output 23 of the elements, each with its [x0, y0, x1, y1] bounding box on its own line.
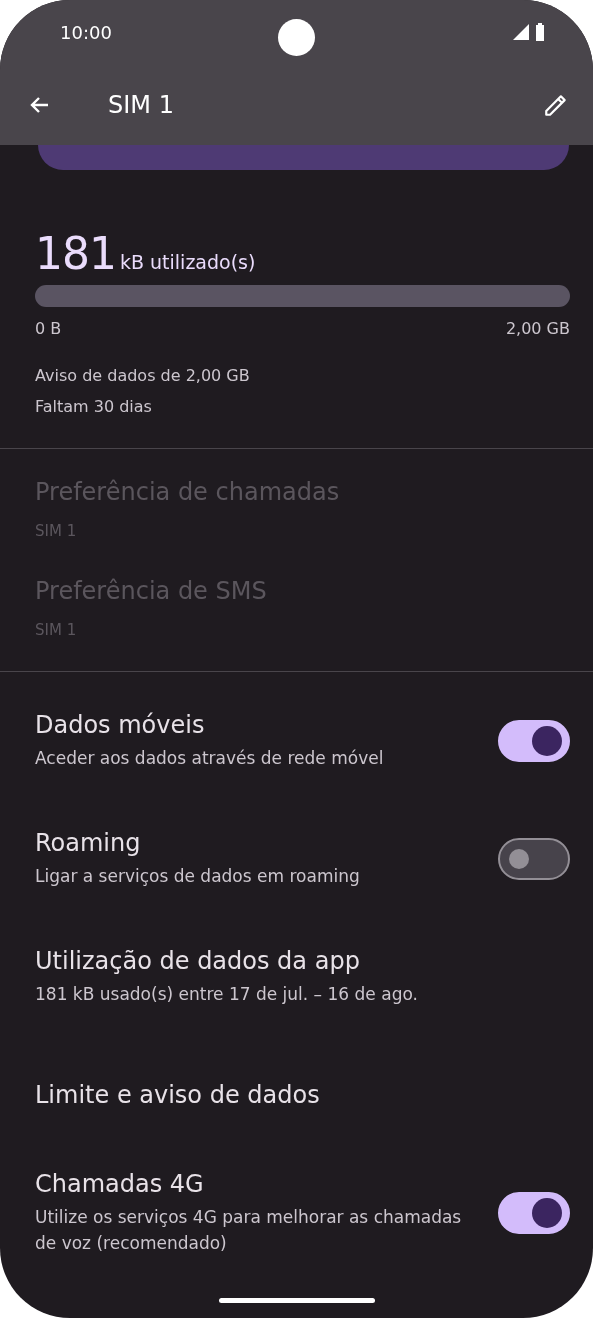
min-label: 0 B	[35, 319, 62, 338]
status-time: 10:00	[60, 21, 112, 43]
screen-title: SIM 1	[108, 90, 175, 119]
setting-title[interactable]: Utilização de dados da app	[35, 947, 570, 975]
usage-unit: kB utilizado(s)	[120, 251, 256, 273]
toggle-switch[interactable]	[498, 1192, 570, 1234]
camera-hole	[278, 19, 315, 56]
setting-summary: Ligar a serviços de dados em roaming	[35, 865, 361, 888]
toggle-switch[interactable]	[498, 720, 570, 762]
remaining-text: Faltam 30 dias	[35, 396, 153, 418]
setting-title[interactable]: Limite e aviso de dados	[35, 1081, 570, 1109]
toggle-switch[interactable]	[498, 838, 570, 880]
setting-summary: Aceder aos dados através de rede móvel	[35, 747, 385, 770]
signal-icon	[513, 24, 529, 40]
battery-icon	[535, 23, 545, 41]
max-label: 2,00 GB	[505, 319, 570, 338]
warning-text: Aviso de dados de 2,00 GB	[35, 365, 251, 387]
setting-summary: 181 kB usado(s) entre 17 de jul. – 16 de ago.	[35, 983, 419, 1006]
setting-summary: Utilize os serviços 4G para melhorar as chamadas de voz (recomendado)	[35, 1206, 463, 1255]
setting-title[interactable]: Dados móveis	[35, 711, 486, 739]
setting-title[interactable]: Roaming	[35, 829, 486, 857]
usage-amount: 181	[35, 228, 116, 279]
setting-title[interactable]: Chamadas 4G	[35, 1170, 486, 1198]
